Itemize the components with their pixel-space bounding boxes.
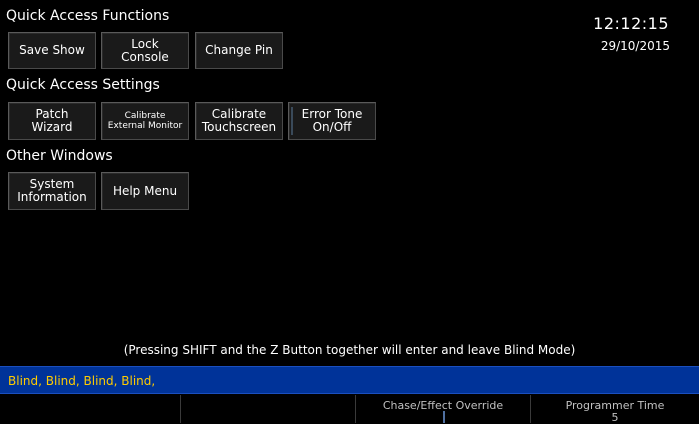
- chase-effect-override-marker: [443, 411, 445, 423]
- section-title-quick-access-functions: Quick Access Functions: [6, 8, 170, 24]
- calibrate-touchscreen-button[interactable]: Calibrate Touchscreen: [195, 102, 283, 140]
- patch-wizard-button[interactable]: Patch Wizard: [8, 102, 96, 140]
- help-menu-button[interactable]: Help Menu: [101, 172, 189, 210]
- section-title-other-windows: Other Windows: [6, 148, 113, 164]
- programmer-time-value: 5: [611, 411, 619, 424]
- status-bar: Chase/Effect Override Programmer Time 5: [0, 395, 699, 424]
- system-information-button[interactable]: System Information: [8, 172, 96, 210]
- status-cell-1: [0, 395, 180, 423]
- chase-effect-override-cell[interactable]: Chase/Effect Override: [355, 395, 530, 423]
- error-tone-toggle-button[interactable]: Error Tone On/Off: [288, 102, 376, 140]
- clock-time: 12:12:15: [593, 14, 669, 33]
- command-line-text: Blind, Blind, Blind, Blind,: [8, 374, 156, 388]
- lock-console-button[interactable]: Lock Console: [101, 32, 189, 69]
- blind-mode-hint: (Pressing SHIFT and the Z Button togethe…: [123, 343, 576, 357]
- status-cell-2: [180, 395, 355, 423]
- calibrate-external-monitor-button[interactable]: Calibrate External Monitor: [101, 102, 189, 140]
- programmer-time-cell[interactable]: Programmer Time 5: [530, 395, 699, 424]
- clock-date: 29/10/2015: [600, 39, 670, 53]
- section-title-quick-access-settings: Quick Access Settings: [6, 77, 160, 93]
- change-pin-button[interactable]: Change Pin: [195, 32, 283, 69]
- save-show-button[interactable]: Save Show: [8, 32, 96, 69]
- command-line-bar: Blind, Blind, Blind, Blind,: [0, 366, 699, 394]
